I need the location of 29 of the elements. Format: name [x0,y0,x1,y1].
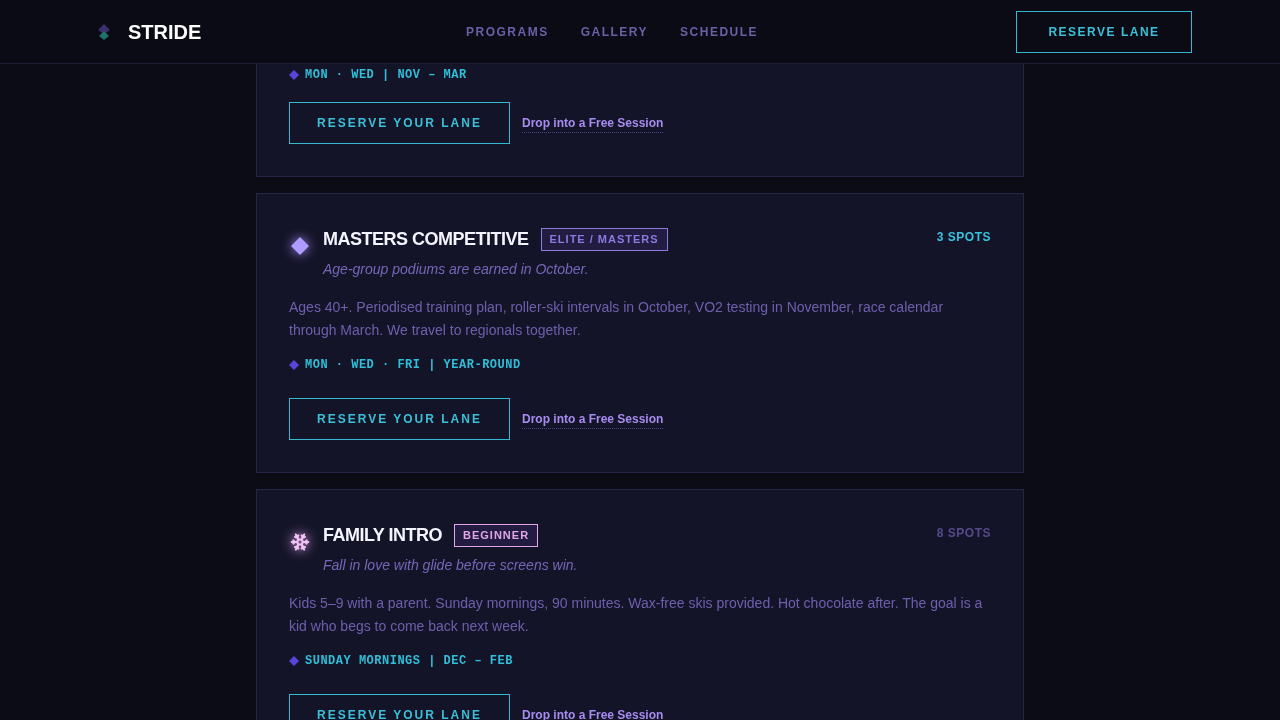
schedule-text: MON · WED | NOV – MAR [305,67,467,84]
reserve-lane-button[interactable]: RESERVE YOUR LANE [289,694,510,720]
diamond-bullet-icon [289,70,299,80]
program-title: FAMILY INTRO [323,524,442,547]
logo-icon [96,22,112,41]
program-tagline: Age-group podiums are earned in October. [323,260,590,279]
schedule-text: SUNDAY MORNINGS | DEC – FEB [305,653,513,670]
level-tag: BEGINNER [454,524,539,547]
spots-count: 3 SPOTS [936,229,991,246]
spots-count: 8 SPOTS [936,525,991,542]
schedule-text: MON · WED · FRI | YEAR-ROUND [305,357,521,374]
brand-name: STRIDE [128,19,202,45]
reserve-lane-button[interactable]: RESERVE YOUR LANE [289,398,510,440]
reserve-lane-button[interactable]: RESERVE LANE [1016,10,1192,53]
program-tagline: Fall in love with glide before screens win. [323,556,578,575]
program-description: Kids 5–9 with a parent. Sunday mornings, 90 minutes. Wax-free skis provided. Hot chocolate after. The goal is a kid who begs to come back next week. [289,594,984,636]
nav-link[interactable]: GALLERY [580,22,649,41]
program-description: Ages 40+. Periodised training plan, roller-ski intervals in October, VO2 testing in November, race calendar through March. We travel to regionals together. [289,298,945,340]
nav-link[interactable]: SCHEDULE [680,22,759,41]
nav-link[interactable]: PROGRAMS [466,22,549,41]
level-tag: ELITE / MASTERS [540,228,668,251]
diamond-bullet-icon [289,656,299,666]
program-title: MASTERS COMPETITIVE [323,228,529,251]
snowflake-icon [290,532,310,552]
reserve-lane-button[interactable]: RESERVE YOUR LANE [289,102,510,144]
free-session-link[interactable]: Drop into a Free Session [522,113,664,133]
diamond-bullet-icon [289,360,299,370]
free-session-link[interactable]: Drop into a Free Session [522,409,664,429]
diamond-icon [290,236,310,256]
